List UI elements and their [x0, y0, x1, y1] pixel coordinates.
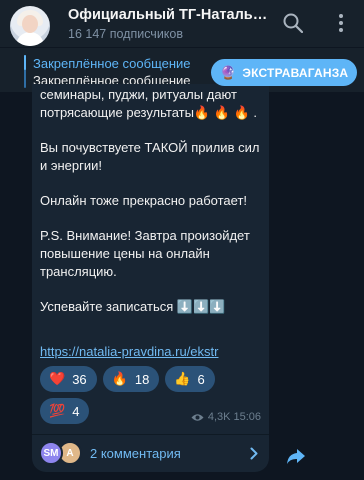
message-time: 15:06 — [233, 411, 261, 423]
avatar-figure-face — [22, 15, 38, 33]
reaction-count: 36 — [72, 371, 87, 387]
thumbs-up-icon: 👍 — [174, 371, 191, 386]
subscriber-count: 16 147 подписчиков — [68, 27, 184, 41]
crystal-ball-icon: 🔮 — [220, 64, 237, 80]
search-icon[interactable] — [282, 12, 304, 34]
forward-icon[interactable] — [286, 446, 306, 466]
reaction-count: 6 — [197, 371, 205, 387]
pinned-inline-button[interactable]: 🔮 ЭКСТРАВАГАНЗА — [211, 59, 357, 86]
pinned-indicator — [24, 55, 26, 88]
reaction-thumbs-up[interactable]: 👍 6 — [165, 366, 215, 392]
comments-bar[interactable]: SM A 2 комментария — [32, 435, 269, 472]
channel-title[interactable]: Официальный ТГ-Натальи... — [68, 7, 268, 23]
reaction-hundred[interactable]: 💯 4 — [40, 398, 90, 424]
pinned-indicator-segment — [24, 55, 26, 70]
pinned-button-label: ЭКСТРАВАГАНЗА — [242, 65, 349, 80]
message-paragraph: P.S. Внимание! Завтра произойдет повышен… — [40, 228, 250, 279]
message-meta: 4,3K 15:06 — [191, 411, 261, 423]
reaction-heart[interactable]: ❤️ 36 — [40, 366, 97, 392]
message-paragraph: семинары, пуджи, ритуалы дают потрясающи… — [40, 87, 257, 120]
reaction-fire[interactable]: 🔥 18 — [102, 366, 160, 392]
message-paragraph: Вы почувствуете ТАКОЙ прилив сил и энерг… — [40, 140, 260, 173]
reaction-count: 4 — [72, 403, 80, 419]
fire-icon: 🔥 — [111, 371, 128, 386]
message-paragraph: Успевайте записаться ⬇️⬇️⬇️ — [40, 299, 226, 314]
reaction-count: 18 — [134, 371, 150, 387]
channel-avatar[interactable] — [10, 6, 50, 46]
commenter-avatar: SM — [39, 441, 63, 465]
comments-label: 2 комментария — [90, 446, 181, 461]
chat-header: Официальный ТГ-Натальи... 16 147 подписч… — [0, 0, 364, 47]
heart-icon: ❤️ — [49, 371, 66, 386]
views-eye-icon — [191, 413, 204, 421]
pinned-title: Закреплённое сообщение — [33, 56, 191, 71]
message-text: семинары, пуджи, ритуалы дают потрясающи… — [40, 86, 264, 333]
message-link[interactable]: https://natalia-pravdina.ru/ekstr — [40, 344, 218, 359]
hundred-icon: 💯 — [49, 403, 66, 418]
chevron-right-icon — [250, 447, 258, 460]
message-bubble: семинары, пуджи, ритуалы дают потрясающи… — [32, 84, 269, 472]
more-options-icon[interactable] — [330, 12, 352, 34]
avatar-figure-body — [16, 32, 44, 46]
message-paragraph: Онлайн тоже прекрасно работает! — [40, 193, 248, 208]
view-count: 4,3K — [207, 411, 231, 423]
